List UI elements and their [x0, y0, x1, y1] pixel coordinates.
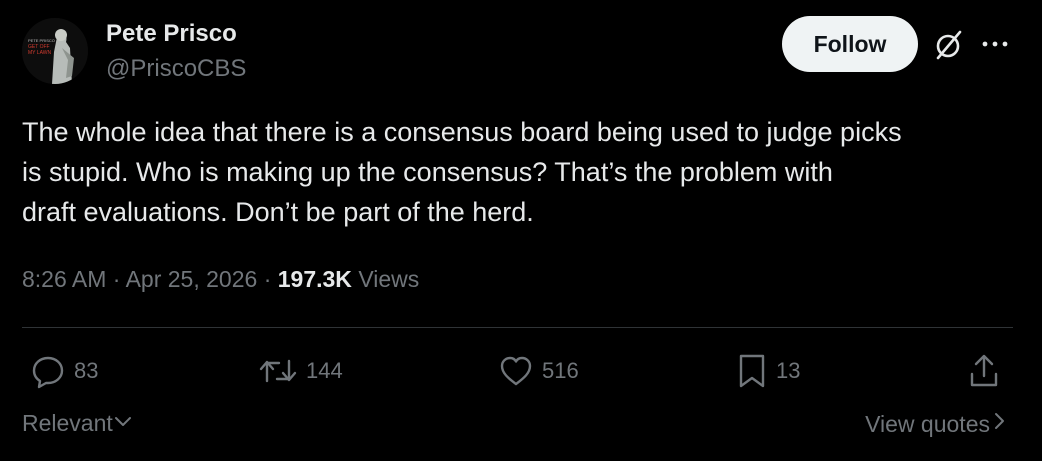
- repost-icon: [258, 353, 298, 389]
- avatar[interactable]: PETE PRISCO GET OFF MY LAWN: [22, 18, 88, 84]
- view-quotes-link[interactable]: View quotes: [865, 410, 1008, 438]
- reply-button[interactable]: 83: [30, 352, 98, 390]
- share-icon: [966, 353, 1002, 389]
- like-button[interactable]: 516: [498, 352, 579, 390]
- tweet-date[interactable]: Apr 25, 2026: [126, 266, 258, 292]
- chevron-right-icon: [990, 410, 1008, 438]
- author-handle[interactable]: @PriscoCBS: [106, 55, 246, 83]
- follow-button[interactable]: Follow: [782, 16, 918, 72]
- divider: [22, 327, 1013, 328]
- tweet-line: is stupid. Who is making up the consensu…: [22, 157, 833, 187]
- sort-label: Relevant: [22, 410, 113, 436]
- repost-button[interactable]: 144: [258, 352, 343, 390]
- sort-replies-dropdown[interactable]: Relevant: [22, 410, 133, 437]
- bookmark-button[interactable]: 13: [736, 352, 800, 390]
- avatar-caption-3: MY LAWN: [28, 50, 51, 56]
- more-icon[interactable]: [980, 36, 1010, 52]
- meta-separator: ·: [112, 266, 121, 292]
- bookmark-count: 13: [776, 358, 801, 383]
- chevron-down-icon: [113, 410, 133, 437]
- tweet-line: The whole idea that there is a consensus…: [22, 117, 902, 147]
- avatar-caption-1: PETE PRISCO: [28, 38, 55, 43]
- tweet-text: The whole idea that there is a consensus…: [22, 112, 1022, 232]
- like-count: 516: [542, 358, 579, 383]
- reply-icon: [30, 353, 66, 389]
- tweet-meta: 8:26 AM · Apr 25, 2026 · 197.3K Views: [22, 266, 419, 293]
- heart-icon: [498, 353, 534, 389]
- bookmark-icon: [736, 353, 768, 389]
- tweet-time[interactable]: 8:26 AM: [22, 266, 106, 292]
- views-label: Views: [358, 266, 420, 292]
- reply-count: 83: [74, 358, 99, 383]
- repost-count: 144: [306, 358, 343, 383]
- grok-icon[interactable]: [932, 28, 966, 62]
- author-name[interactable]: Pete Prisco: [106, 20, 237, 48]
- views-count: 197.3K: [277, 266, 352, 292]
- share-button[interactable]: [966, 352, 1002, 390]
- tweet-line: draft evaluations. Don’t be part of the …: [22, 197, 534, 227]
- view-quotes-label: View quotes: [865, 410, 990, 437]
- meta-separator: ·: [263, 266, 272, 292]
